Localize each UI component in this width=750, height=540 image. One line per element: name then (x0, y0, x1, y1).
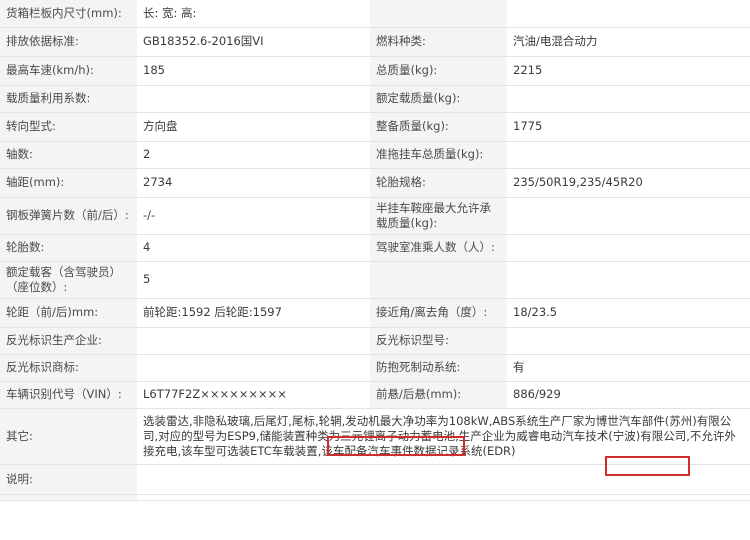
spec-label: 燃料种类: (370, 27, 507, 57)
spec-label (370, 261, 507, 299)
spec-label: 排放依据标准: (0, 27, 137, 57)
note-text (137, 464, 750, 495)
spec-value: 1775 (507, 112, 750, 142)
spec-value: L6T77F2Z××××××××× (137, 381, 370, 409)
spec-value: 汽油/电混合动力 (507, 27, 750, 57)
spec-value: -/- (137, 197, 370, 235)
spec-label: 整备质量(kg): (370, 112, 507, 142)
note-label: 说明: (0, 464, 137, 495)
spec-label: 钢板弹簧片数（前/后）: (0, 197, 137, 235)
spec-sheet: 货箱栏板内尺寸(mm): 长: 宽: 高: 排放依据标准: GB18352.6-201… (0, 0, 750, 540)
other-text: 选装雷达,非隐私玻璃,后尾灯,尾标,轮辋,发动机最大净功率为108kW,ABS系… (137, 408, 750, 465)
spec-label: 反光标识生产企业: (0, 327, 137, 355)
spec-label: 额定载客（含驾驶员）（座位数）: (0, 261, 137, 299)
spec-value: 4 (137, 234, 370, 262)
spec-value: 前轮距:1592 后轮距:1597 (137, 298, 370, 328)
spec-row: 反光标识商标: 防抱死制动系统: 有 (0, 354, 750, 382)
spec-label: 防抱死制动系统: (370, 354, 507, 382)
spec-value (507, 234, 750, 262)
spec-label: 准拖挂车总质量(kg): (370, 141, 507, 169)
spec-label (370, 0, 507, 28)
spec-table: 货箱栏板内尺寸(mm): 长: 宽: 高: 排放依据标准: GB18352.6-201… (0, 0, 750, 501)
spec-row: 转向型式: 方向盘 整备质量(kg): 1775 (0, 112, 750, 142)
cut-value (137, 494, 750, 501)
spec-row: 轴数: 2 准拖挂车总质量(kg): (0, 141, 750, 169)
spec-value: 长: 宽: 高: (137, 0, 370, 28)
spec-label: 接近角/离去角（度）: (370, 298, 507, 328)
cut-label (0, 494, 137, 501)
spec-label: 轮距（前/后)mm: (0, 298, 137, 328)
spec-row-note: 说明: (0, 464, 750, 495)
spec-value: 有 (507, 354, 750, 382)
spec-value (507, 261, 750, 299)
spec-label: 反光标识商标: (0, 354, 137, 382)
spec-value: 5 (137, 261, 370, 299)
spec-value (507, 197, 750, 235)
spec-row: 货箱栏板内尺寸(mm): 长: 宽: 高: (0, 0, 750, 28)
spec-row-other: 其它: 选装雷达,非隐私玻璃,后尾灯,尾标,轮辋,发动机最大净功率为108kW,… (0, 408, 750, 465)
spec-value: 886/929 (507, 381, 750, 409)
spec-value: 方向盘 (137, 112, 370, 142)
spec-label: 轴数: (0, 141, 137, 169)
other-label: 其它: (0, 408, 137, 465)
spec-label: 转向型式: (0, 112, 137, 142)
spec-label: 半挂车鞍座最大允许承载质量(kg): (370, 197, 507, 235)
spec-label: 反光标识型号: (370, 327, 507, 355)
spec-value: GB18352.6-2016国VI (137, 27, 370, 57)
spec-label: 前悬/后悬(mm): (370, 381, 507, 409)
spec-value: 2215 (507, 56, 750, 86)
spec-value (137, 354, 370, 382)
spec-row: 额定载客（含驾驶员）（座位数）: 5 (0, 261, 750, 299)
spec-label: 最高车速(km/h): (0, 56, 137, 86)
spec-label: 驾驶室准乘人数（人）: (370, 234, 507, 262)
spec-value: 2 (137, 141, 370, 169)
spec-value (137, 327, 370, 355)
spec-value: 18/23.5 (507, 298, 750, 328)
spec-row: 轮胎数: 4 驾驶室准乘人数（人）: (0, 234, 750, 262)
spec-label: 总质量(kg): (370, 56, 507, 86)
spec-value (507, 141, 750, 169)
spec-value: 2734 (137, 168, 370, 198)
spec-label: 车辆识别代号（VIN）: (0, 381, 137, 409)
spec-value (137, 85, 370, 113)
spec-row: 最高车速(km/h): 185 总质量(kg): 2215 (0, 56, 750, 86)
spec-value: 235/50R19,235/45R20 (507, 168, 750, 198)
spec-label: 额定载质量(kg): (370, 85, 507, 113)
spec-row: 排放依据标准: GB18352.6-2016国VI 燃料种类: 汽油/电混合动力 (0, 27, 750, 57)
spec-row: 轴距(mm): 2734 轮胎规格: 235/50R19,235/45R20 (0, 168, 750, 198)
spec-label: 载质量利用系数: (0, 85, 137, 113)
spec-row: 载质量利用系数: 额定载质量(kg): (0, 85, 750, 113)
spec-row: 反光标识生产企业: 反光标识型号: (0, 327, 750, 355)
spec-value: 185 (137, 56, 370, 86)
spec-value (507, 85, 750, 113)
spec-row: 车辆识别代号（VIN）: L6T77F2Z××××××××× 前悬/后悬(mm): 8… (0, 381, 750, 409)
spec-row-cut (0, 494, 750, 501)
spec-row: 钢板弹簧片数（前/后）: -/- 半挂车鞍座最大允许承载质量(kg): (0, 197, 750, 235)
spec-label: 轮胎规格: (370, 168, 507, 198)
spec-value (507, 327, 750, 355)
spec-label: 货箱栏板内尺寸(mm): (0, 0, 137, 28)
spec-row: 轮距（前/后)mm: 前轮距:1592 后轮距:1597 接近角/离去角（度）: 18… (0, 298, 750, 328)
spec-label: 轮胎数: (0, 234, 137, 262)
spec-label: 轴距(mm): (0, 168, 137, 198)
spec-value (507, 0, 750, 28)
